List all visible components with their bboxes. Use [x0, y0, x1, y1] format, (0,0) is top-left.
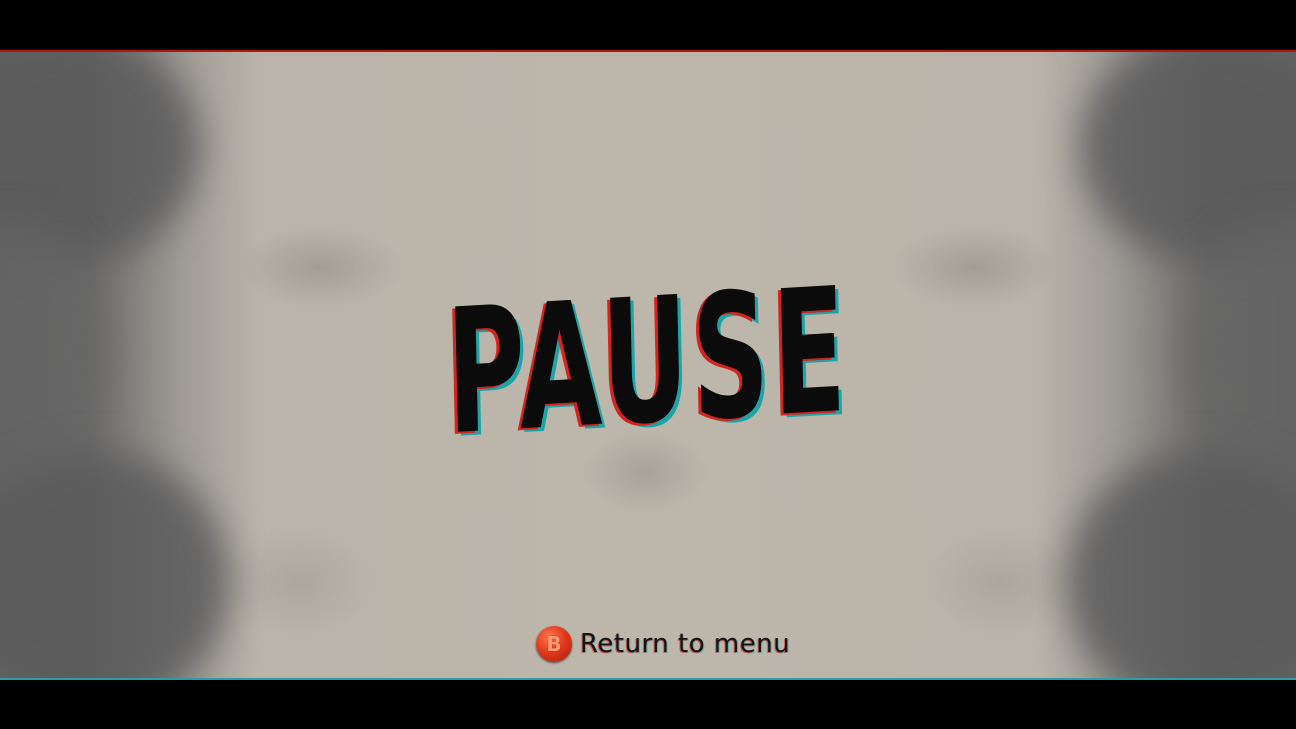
- pause-title: PAUSE: [444, 249, 852, 474]
- right-smoke-decoration: [1066, 452, 1296, 678]
- letterbox-bottom-bar: [0, 678, 1296, 729]
- return-to-menu-label: Return to menu: [580, 629, 791, 659]
- left-smoke-decoration: [0, 222, 110, 482]
- left-smoke-decoration: [0, 452, 230, 678]
- game-screen: PAUSE B Return to menu: [0, 0, 1296, 729]
- letterbox-top-bar: [0, 0, 1296, 52]
- return-to-menu-button[interactable]: B Return to menu: [536, 625, 790, 663]
- b-button-icon: B: [536, 626, 572, 662]
